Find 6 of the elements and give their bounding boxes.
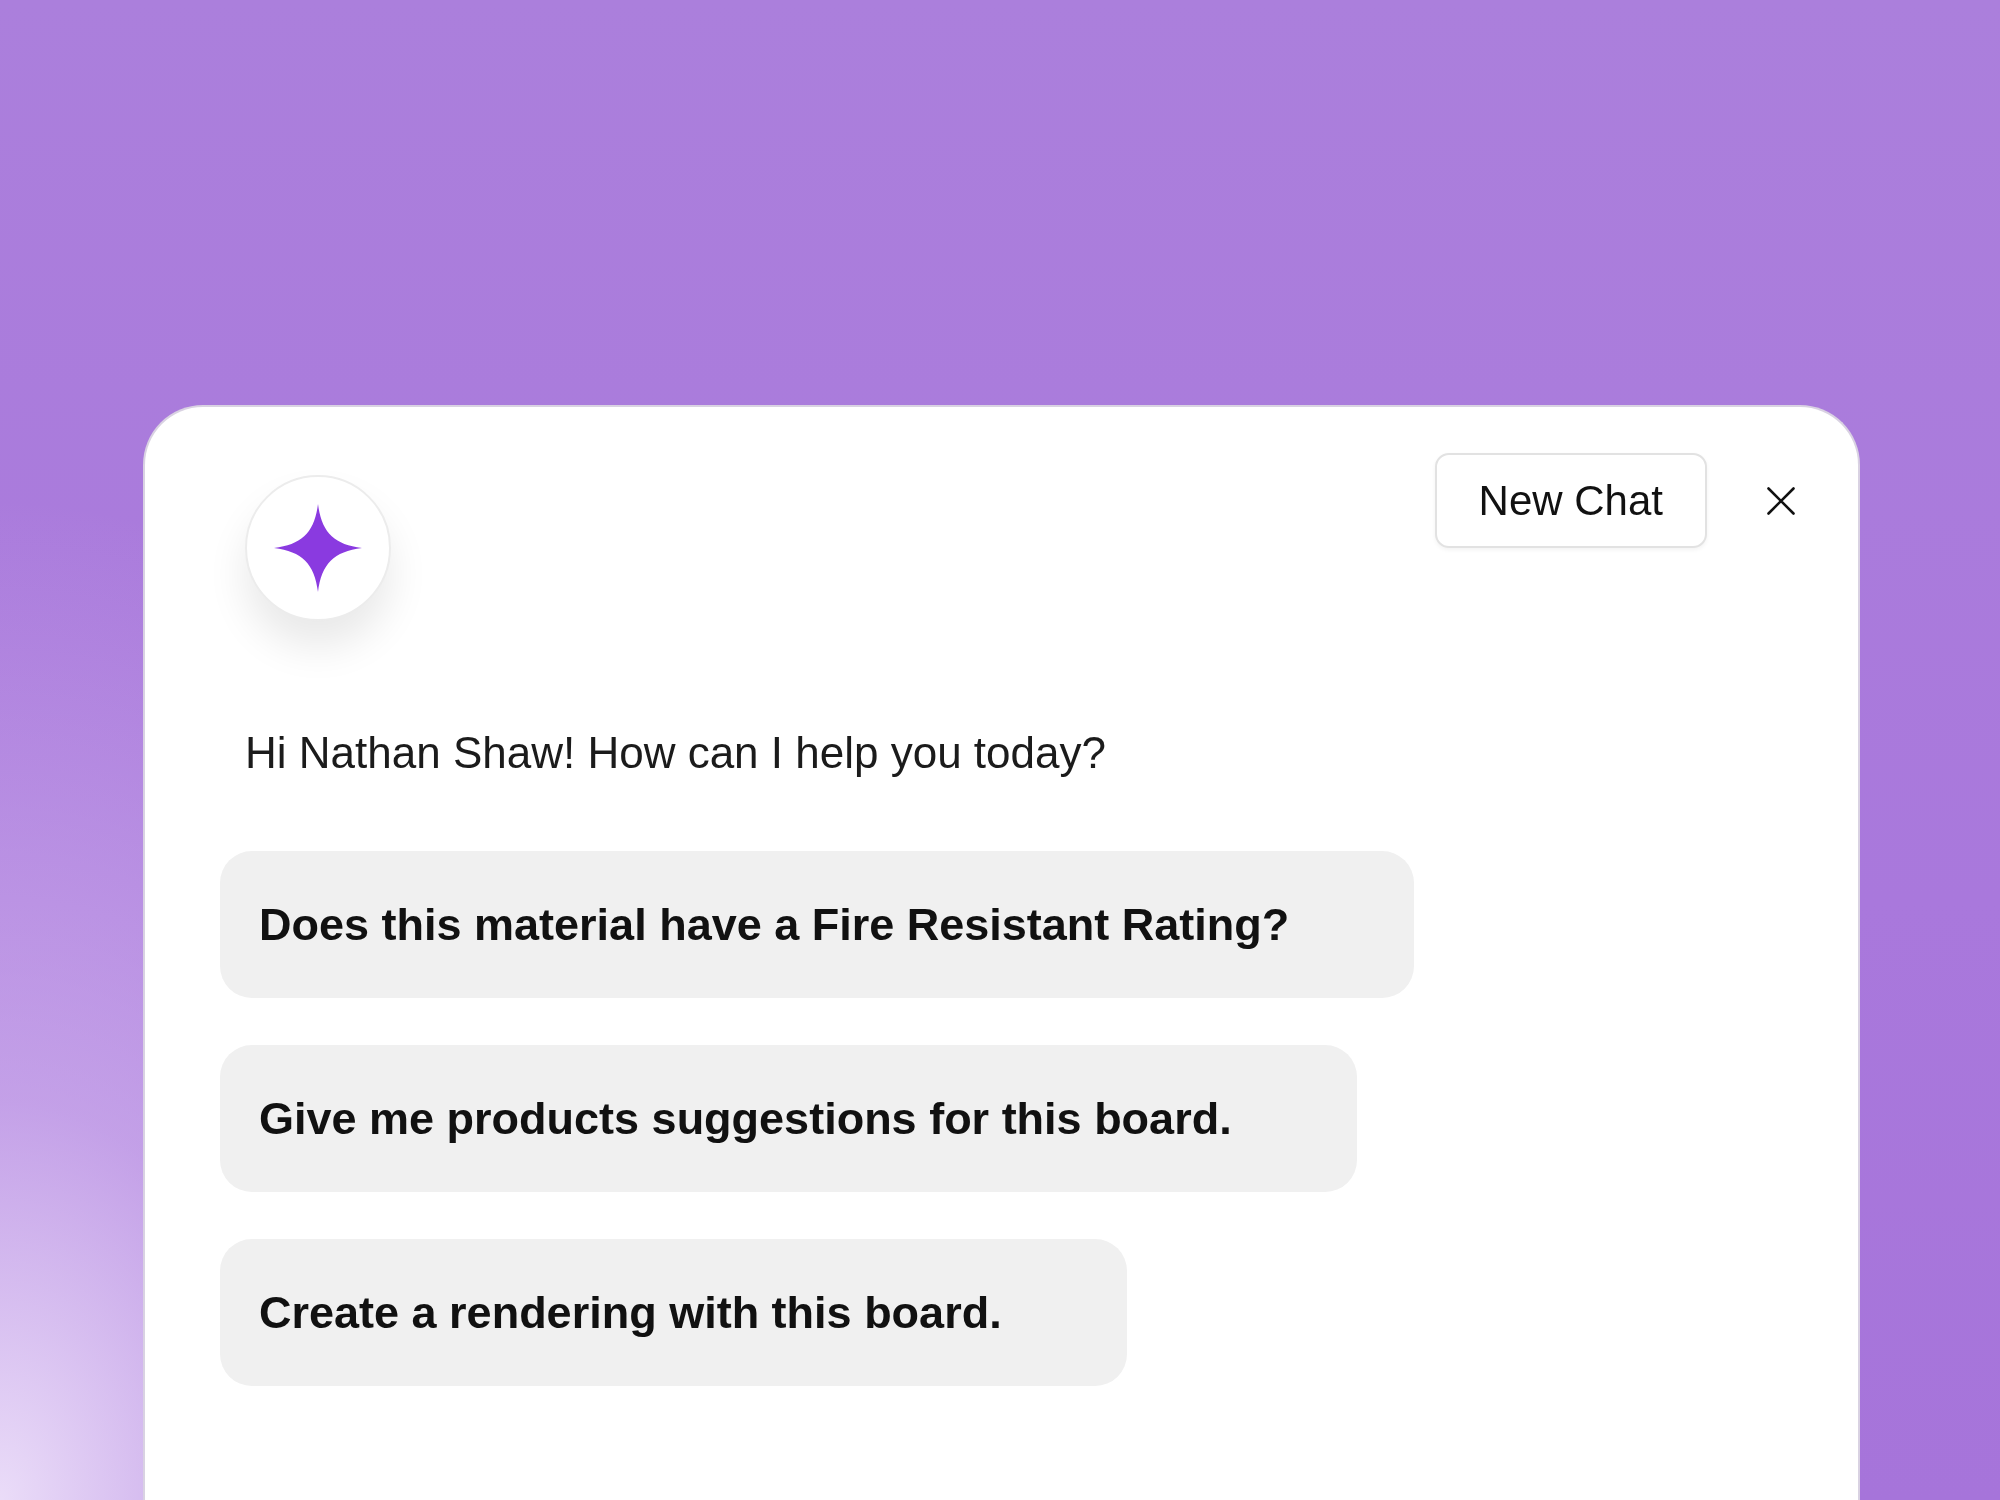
- close-icon[interactable]: [1767, 486, 1795, 515]
- suggestion-prompt[interactable]: Does this material have a Fire Resistant Rating?: [220, 851, 1415, 998]
- suggestion-prompt[interactable]: Create a rendering with this board.: [220, 1239, 1127, 1386]
- new-chat-button[interactable]: New Chat: [1434, 453, 1707, 548]
- greeting-message: Hi Nathan Shaw! How can I help you today?: [245, 727, 1106, 779]
- suggestion-prompt[interactable]: Give me products suggestions for this board.: [220, 1045, 1357, 1192]
